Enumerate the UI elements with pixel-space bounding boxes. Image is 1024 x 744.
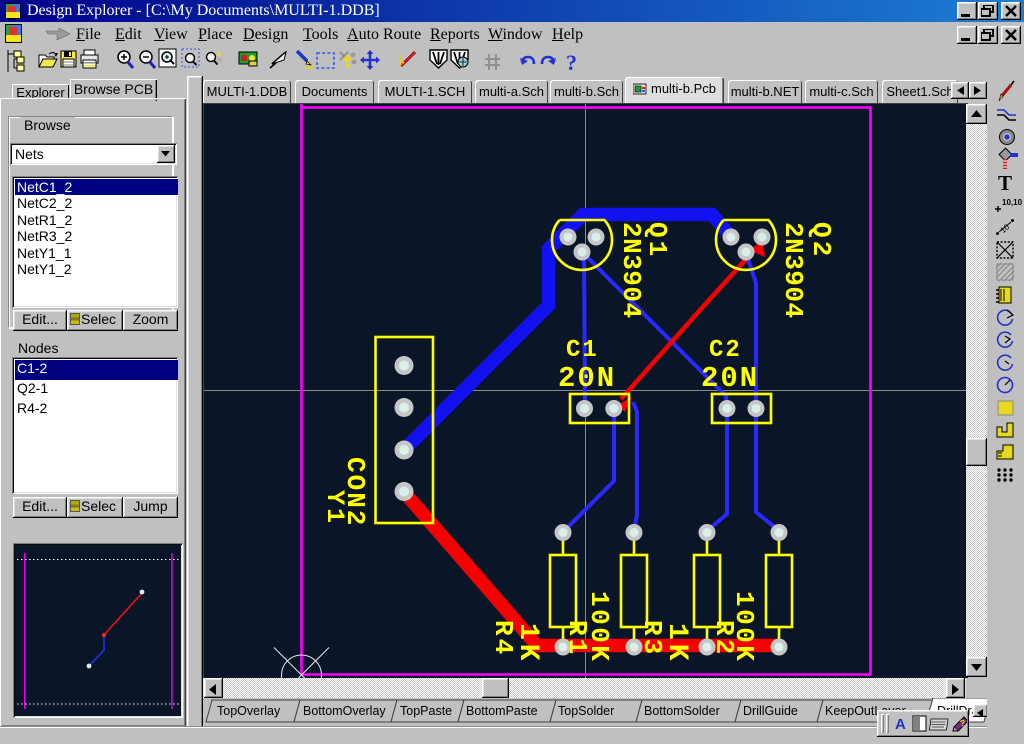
svg-text:20N: 20N	[701, 362, 759, 395]
svg-text:TopSolder: TopSolder	[558, 704, 614, 718]
svg-text:BottomPaste: BottomPaste	[466, 704, 538, 718]
svg-text:20N: 20N	[558, 362, 616, 395]
svg-text:1K: 1K	[661, 623, 692, 665]
svg-text:T: T	[998, 171, 1012, 195]
svg-text:?: ?	[959, 718, 965, 728]
svg-text:2N3904: 2N3904	[778, 222, 808, 319]
svg-text:?: ?	[566, 50, 577, 75]
svg-text:A: A	[895, 716, 906, 733]
svg-text:TopOverlay: TopOverlay	[217, 704, 281, 718]
svg-text:Y1: Y1	[320, 490, 349, 526]
svg-text:10: 10	[999, 222, 1012, 235]
svg-text:C2: C2	[709, 337, 742, 364]
svg-text:BottomSolder: BottomSolder	[644, 704, 720, 718]
svg-text:BottomOverlay: BottomOverlay	[303, 704, 386, 718]
svg-text:C1: C1	[566, 337, 599, 364]
svg-text:DrillGuide: DrillGuide	[743, 704, 798, 718]
svg-text:1K: 1K	[512, 623, 543, 665]
svg-text:TopPaste: TopPaste	[400, 704, 452, 718]
svg-text:100K: 100K	[584, 591, 614, 663]
svg-text:100K: 100K	[729, 591, 759, 663]
svg-text:Q2: Q2	[806, 222, 836, 259]
svg-text:2N3904: 2N3904	[616, 222, 646, 319]
svg-text:10,10: 10,10	[1002, 198, 1023, 207]
